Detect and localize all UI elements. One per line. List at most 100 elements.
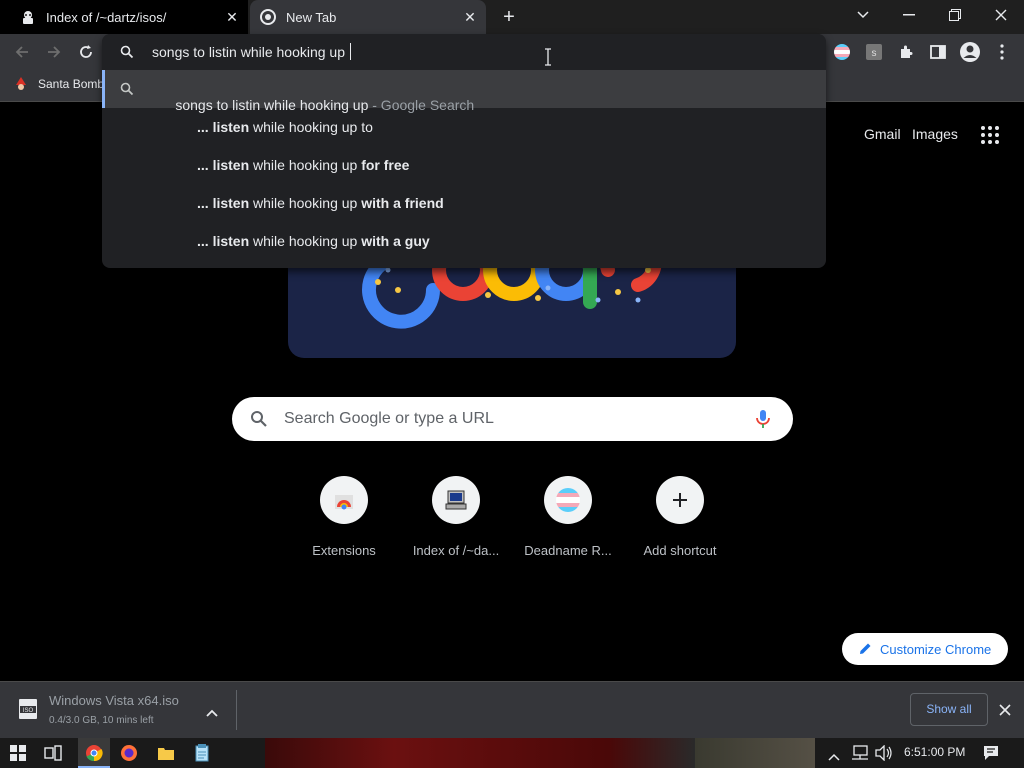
notification-center-icon[interactable] [983,745,999,766]
search-icon [250,410,268,433]
svg-text:s: s [872,48,877,59]
sugg-mid: while hooking up [249,195,362,211]
network-icon[interactable] [851,745,869,766]
sugg-bold: listen [212,157,250,173]
omnibox-suggestion[interactable]: ... listen while hooking up to [102,108,826,146]
sugg-bold: listen [212,233,250,249]
sugg-prefix: ... [197,119,213,135]
sugg-mid: while hooking up [249,119,358,135]
shortcut-deadname[interactable]: Deadname R... [513,474,623,558]
taskbar-background-image [695,738,815,768]
customize-chrome-button[interactable]: Customize Chrome [842,633,1008,665]
sugg-tail: to [357,119,373,135]
shortcut-label: Extensions [312,543,376,558]
chrome-icon [260,9,276,25]
chevron-up-icon[interactable] [828,748,840,766]
images-link[interactable]: Images [912,126,958,142]
profile-avatar-icon[interactable] [958,40,982,64]
omnibox-suggestion[interactable]: ... listen while hooking up with a frien… [102,184,826,222]
trans-flag-extension-icon[interactable] [830,40,854,64]
apps-grid-icon[interactable] [980,125,1000,150]
menu-kebab-icon[interactable] [990,40,1014,64]
s-extension-icon[interactable]: s [862,40,886,64]
omnibox-dropdown: songs to listin while hooking up songs t… [102,34,826,268]
volume-icon[interactable] [875,744,893,766]
download-shelf: ISO Windows Vista x64.iso 0.4/3.0 GB, 10… [0,681,1024,738]
tab-title: Index of /~dartz/isos/ [46,9,167,25]
shortcut-label: Index of /~da... [412,543,500,558]
reload-button[interactable] [74,40,98,64]
side-panel-icon[interactable] [926,40,950,64]
search-icon [120,82,134,101]
text-caret [350,43,351,60]
chrome-icon [86,745,103,762]
divider [236,690,237,730]
omnibox-suggestion[interactable]: ... listen while hooking up for free [102,146,826,184]
computer-icon [432,476,480,524]
new-tab-button[interactable]: + [498,6,520,28]
firefox-icon[interactable] [120,744,138,767]
shortcut-label: Deadname R... [524,543,612,558]
back-button[interactable] [10,40,34,64]
omnibox-input-text[interactable]: songs to listin while hooking up [152,44,349,60]
tab-strip: Index of /~dartz/isos/ ✕ New Tab ✕ + [0,0,1024,34]
download-filename: Windows Vista x64.iso [49,693,179,708]
page-icon [20,9,36,25]
shortcut-extensions[interactable]: Extensions [289,474,399,558]
pencil-icon [858,642,872,656]
santa-icon [16,77,26,90]
close-icon[interactable]: ✕ [224,9,240,25]
sugg-bold2: for free [361,157,410,173]
sugg-prefix: ... [197,157,213,173]
svg-text:ISO: ISO [23,708,34,714]
show-all-button[interactable]: Show all [910,693,988,726]
taskbar-clock[interactable]: 6:51:00 PM [904,745,965,759]
forward-button[interactable] [42,40,66,64]
omnibox-suggestion[interactable]: ... listen while hooking up with a guy [102,222,826,260]
customize-label: Customize Chrome [880,641,992,657]
restore-button[interactable] [932,0,978,30]
iso-file-icon: ISO [18,698,38,725]
tab-new-tab[interactable]: New Tab ✕ [250,0,486,34]
search-placeholder: Search Google or type a URL [284,410,494,427]
file-explorer-icon[interactable] [157,745,175,766]
sugg-bold: listen [212,119,250,135]
sugg-bold: listen [212,195,250,211]
close-window-button[interactable] [978,0,1024,30]
windows-start-icon[interactable] [10,745,26,766]
ntp-search-box[interactable]: Search Google or type a URL [232,397,793,441]
sugg-prefix: ... [197,195,213,211]
notepad-app-icon[interactable] [194,744,210,767]
bookmark-label: Santa Bomb [38,77,105,91]
minimize-button[interactable] [886,0,932,30]
sugg-mid: while hooking up [249,157,362,173]
tab-title: New Tab [286,9,337,25]
i-beam-cursor-icon [543,48,553,71]
shortcut-add[interactable]: Add shortcut [625,474,735,558]
omnibox-suggestion-selected[interactable]: songs to listin while hooking up - Googl… [102,70,826,113]
chrome-web-store-icon [320,476,368,524]
voice-search-mic-icon[interactable] [756,409,770,434]
omnibox[interactable]: songs to listin while hooking up [102,34,826,70]
taskbar-chrome-button[interactable] [78,738,110,768]
tab-index-of-isos[interactable]: Index of /~dartz/isos/ ✕ [0,0,248,34]
sugg-mid: while hooking up [249,233,362,249]
bookmark-santa-bomb[interactable]: Santa Bomb [14,76,104,92]
close-icon[interactable] [999,703,1011,721]
chevron-up-icon[interactable] [206,704,218,722]
sugg-bold2: with a guy [361,233,430,249]
download-status: 0.4/3.0 GB, 10 mins left [49,715,154,726]
trans-flag-icon [544,476,592,524]
sugg-prefix: ... [197,233,213,249]
shortcut-label: Add shortcut [643,543,717,558]
gmail-link[interactable]: Gmail [864,126,901,142]
search-icon [120,45,134,64]
shortcut-index-of[interactable]: Index of /~da... [401,474,511,558]
plus-icon [656,476,704,524]
download-item[interactable]: ISO Windows Vista x64.iso 0.4/3.0 GB, 10… [0,682,236,738]
tab-search-icon[interactable] [840,0,886,30]
close-icon[interactable]: ✕ [462,9,478,25]
extensions-puzzle-icon[interactable] [894,40,918,64]
task-view-icon[interactable] [44,745,62,766]
taskbar-background-image [265,738,695,768]
